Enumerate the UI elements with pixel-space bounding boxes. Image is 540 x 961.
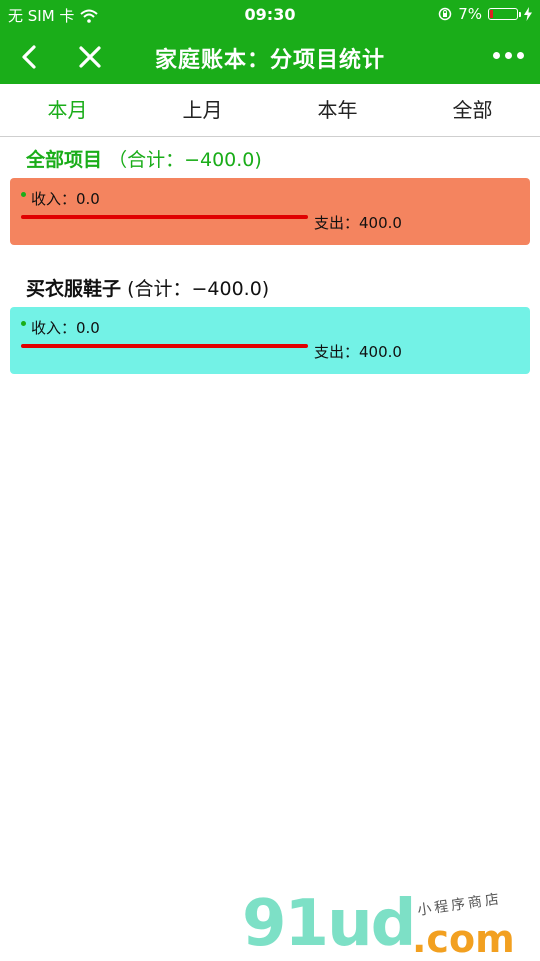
watermark-brand: 91ud [242, 887, 416, 961]
expense-value: 支出：400.0 [314, 214, 402, 232]
group-total: (合计：−400.0) [127, 278, 270, 300]
group-title: 全部项目 （合计：−400.0) [26, 145, 262, 172]
group-title: 买衣服鞋子 (合计：−400.0) [26, 274, 269, 301]
tab-this-month[interactable]: 本月 [0, 84, 135, 136]
income-value: 收入：0.0 [31, 319, 100, 337]
tab-all[interactable]: 全部 [405, 84, 540, 136]
status-bar: 无 SIM 卡 09:30 7% [0, 0, 540, 30]
watermark-domain: .com [412, 917, 515, 961]
period-tabs: 本月 上月 本年 全部 [0, 84, 540, 137]
expense-bar [21, 215, 308, 219]
income-dot-icon [21, 192, 26, 197]
status-right: 7% [438, 5, 532, 23]
income-dot-icon [21, 321, 26, 326]
group-name: 全部项目 [26, 149, 103, 171]
battery-icon [488, 8, 521, 20]
more-menu-icon[interactable] [493, 52, 524, 59]
tab-this-year[interactable]: 本年 [270, 84, 405, 136]
summary-card[interactable]: 收入：0.0 支出：400.0 [10, 178, 530, 245]
expense-value: 支出：400.0 [314, 343, 402, 361]
charging-icon [524, 7, 532, 21]
watermark-logo: 91ud 小程序商店 .com [242, 887, 532, 961]
watermark-tagline: 小程序商店 [416, 891, 503, 919]
tab-last-month[interactable]: 上月 [135, 84, 270, 136]
expense-bar [21, 344, 308, 348]
group-total: （合计：−400.0) [108, 149, 262, 171]
summary-card[interactable]: 收入：0.0 支出：400.0 [10, 307, 530, 374]
battery-level [490, 10, 493, 18]
navigation-bar: 家庭账本：分项目统计 [0, 30, 540, 84]
orientation-lock-icon [438, 7, 452, 21]
battery-percent: 7% [458, 5, 482, 23]
page-title: 家庭账本：分项目统计 [154, 48, 385, 73]
group-name: 买衣服鞋子 [26, 278, 122, 300]
income-value: 收入：0.0 [31, 190, 100, 208]
